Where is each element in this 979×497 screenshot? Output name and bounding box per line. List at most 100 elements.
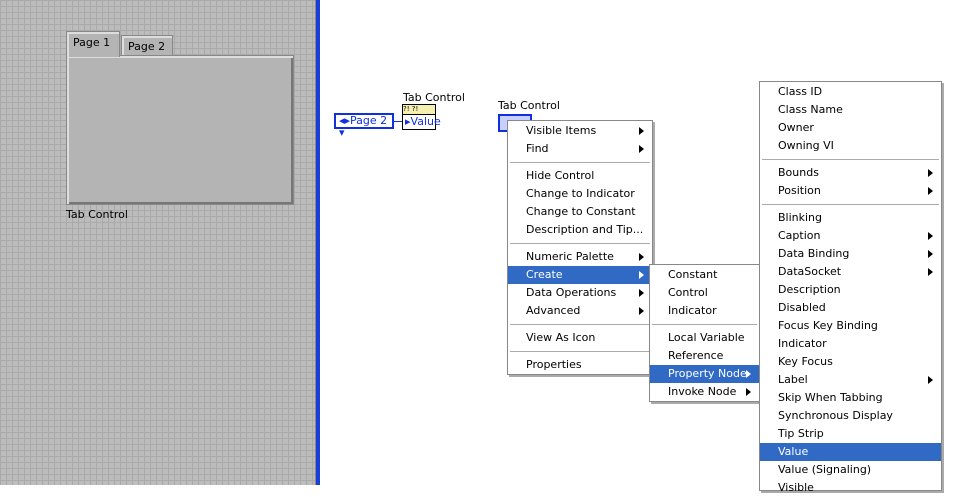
menu-item-properties[interactable]: Properties	[508, 356, 652, 374]
terminal-glyph: ?! ?!	[403, 105, 435, 115]
tab-page-2[interactable]: Page 2	[121, 35, 173, 56]
menu-item-change-to-constant[interactable]: Change to Constant	[508, 203, 652, 221]
menu-item-position[interactable]: Position	[760, 182, 941, 200]
submenu-arrow-icon	[639, 307, 644, 315]
menu-item-label: Find	[526, 142, 549, 155]
menu-item-visible[interactable]: Visible	[760, 479, 941, 497]
submenu-arrow-icon	[928, 232, 933, 240]
menu-item-description-and-tip[interactable]: Description and Tip...	[508, 221, 652, 239]
menu-item-datasocket[interactable]: DataSocket	[760, 263, 941, 281]
submenu-arrow-icon	[746, 388, 751, 396]
context-menu: Visible Items Find Hide Control Change to I…	[507, 120, 653, 375]
menu-separator	[508, 158, 652, 167]
menu-item-label: Bounds	[778, 166, 819, 179]
menu-item-synchronous-display[interactable]: Synchronous Display	[760, 407, 941, 425]
menu-item-label: Control	[668, 286, 708, 299]
menu-item-blinking[interactable]: Blinking	[760, 209, 941, 227]
menu-item-data-binding[interactable]: Data Binding	[760, 245, 941, 263]
terminal-value: Value	[410, 115, 441, 128]
menu-item-skip-when-tabbing[interactable]: Skip When Tabbing	[760, 389, 941, 407]
tab-control-terminal[interactable]: ?! ?! ▸Value	[402, 104, 441, 130]
menu-item-label: Properties	[526, 358, 582, 371]
menu-item-advanced[interactable]: Advanced	[508, 302, 652, 320]
menu-item-label: Indicator	[668, 304, 717, 317]
menu-separator	[508, 320, 652, 329]
ring-constant[interactable]: ◂▸Page 2 ▾	[334, 113, 394, 139]
submenu-arrow-icon	[639, 253, 644, 261]
menu-item-numeric-palette[interactable]: Numeric Palette	[508, 248, 652, 266]
ring-value: Page 2	[350, 114, 388, 127]
menu-item-label: Tip Strip	[778, 427, 824, 440]
menu-item-create[interactable]: Create	[508, 266, 652, 284]
submenu-arrow-icon	[928, 268, 933, 276]
terminal-label: Tab Control	[403, 91, 465, 104]
menu-item-label: Data Operations	[526, 286, 617, 299]
menu-item-label: Class Name	[778, 103, 843, 116]
menu-item-label: Hide Control	[526, 169, 595, 182]
menu-item-label: Data Binding	[778, 247, 850, 260]
menu-item-description[interactable]: Description	[760, 281, 941, 299]
pane-splitter[interactable]	[315, 0, 320, 485]
menu-item-label: Focus Key Binding	[778, 319, 878, 332]
menu-item-indicator[interactable]: Indicator	[760, 335, 941, 353]
menu-item-key-focus[interactable]: Key Focus	[760, 353, 941, 371]
menu-item-label: Disabled	[778, 301, 826, 314]
menu-item-caption[interactable]: Caption	[760, 227, 941, 245]
menu-item-label: Description	[778, 283, 841, 296]
submenu-arrow-icon	[639, 127, 644, 135]
submenu-arrow-icon	[639, 145, 644, 153]
menu-item-local-variable[interactable]: Local Variable	[650, 329, 759, 347]
menu-item-label: Description and Tip...	[526, 223, 644, 236]
menu-item-view-as-icon[interactable]: View As Icon	[508, 329, 652, 347]
menu-item-label: Owner	[778, 121, 814, 134]
menu-item-label: DataSocket	[778, 265, 842, 278]
menu-item-disabled[interactable]: Disabled	[760, 299, 941, 317]
tab-label: Page 1	[73, 36, 111, 49]
menu-item-label: Blinking	[778, 211, 823, 224]
menu-item-label: Skip When Tabbing	[778, 391, 883, 404]
menu-item-bounds[interactable]: Bounds	[760, 164, 941, 182]
property-submenu: Class ID Class Name Owner Owning VI Bounds Po…	[759, 81, 942, 494]
menu-item-label: Constant	[668, 268, 718, 281]
menu-item-reference[interactable]: Reference	[650, 347, 759, 365]
menu-item-constant[interactable]: Constant	[650, 266, 759, 284]
menu-item-hide-control[interactable]: Hide Control	[508, 167, 652, 185]
menu-item-label[interactable]: Label	[760, 371, 941, 389]
menu-item-label: Value (Signaling)	[778, 463, 872, 476]
menu-item-label: Reference	[668, 349, 724, 362]
submenu-arrow-icon	[639, 271, 644, 279]
menu-item-label: Property Node	[668, 367, 747, 380]
menu-item-focus-key-binding[interactable]: Focus Key Binding	[760, 317, 941, 335]
menu-item-tip-strip[interactable]: Tip Strip	[760, 425, 941, 443]
menu-item-label: Class ID	[778, 85, 823, 98]
create-submenu: Constant Control Indicator Local Variable Re…	[649, 264, 760, 402]
menu-item-label: Synchronous Display	[778, 409, 893, 422]
menu-item-data-operations[interactable]: Data Operations	[508, 284, 652, 302]
menu-separator	[508, 347, 652, 356]
menu-item-value[interactable]: Value	[760, 443, 941, 461]
menu-item-label: Numeric Palette	[526, 250, 614, 263]
menu-item-owner[interactable]: Owner	[760, 119, 941, 137]
menu-item-label: Invoke Node	[668, 385, 737, 398]
menu-item-value-signaling[interactable]: Value (Signaling)	[760, 461, 941, 479]
menu-item-change-to-indicator[interactable]: Change to Indicator	[508, 185, 652, 203]
menu-item-invoke-node[interactable]: Invoke Node	[650, 383, 759, 401]
menu-item-find[interactable]: Find	[508, 140, 652, 158]
tab-control[interactable]	[66, 55, 294, 205]
menu-item-label: Caption	[778, 229, 821, 242]
submenu-arrow-icon	[928, 376, 933, 384]
menu-item-visible-items[interactable]: Visible Items	[508, 122, 652, 140]
menu-item-owning-vi[interactable]: Owning VI	[760, 137, 941, 155]
menu-item-control[interactable]: Control	[650, 284, 759, 302]
tab-page-1[interactable]: Page 1	[66, 31, 120, 57]
menu-item-label: Advanced	[526, 304, 581, 317]
menu-separator	[650, 320, 759, 329]
tab-label: Page 2	[128, 40, 166, 53]
menu-item-class-id[interactable]: Class ID	[760, 83, 941, 101]
menu-item-label: Label	[778, 373, 808, 386]
submenu-arrow-icon	[639, 289, 644, 297]
menu-item-indicator[interactable]: Indicator	[650, 302, 759, 320]
menu-item-class-name[interactable]: Class Name	[760, 101, 941, 119]
menu-item-label: View As Icon	[526, 331, 596, 344]
menu-item-property-node[interactable]: Property Node	[650, 365, 759, 383]
